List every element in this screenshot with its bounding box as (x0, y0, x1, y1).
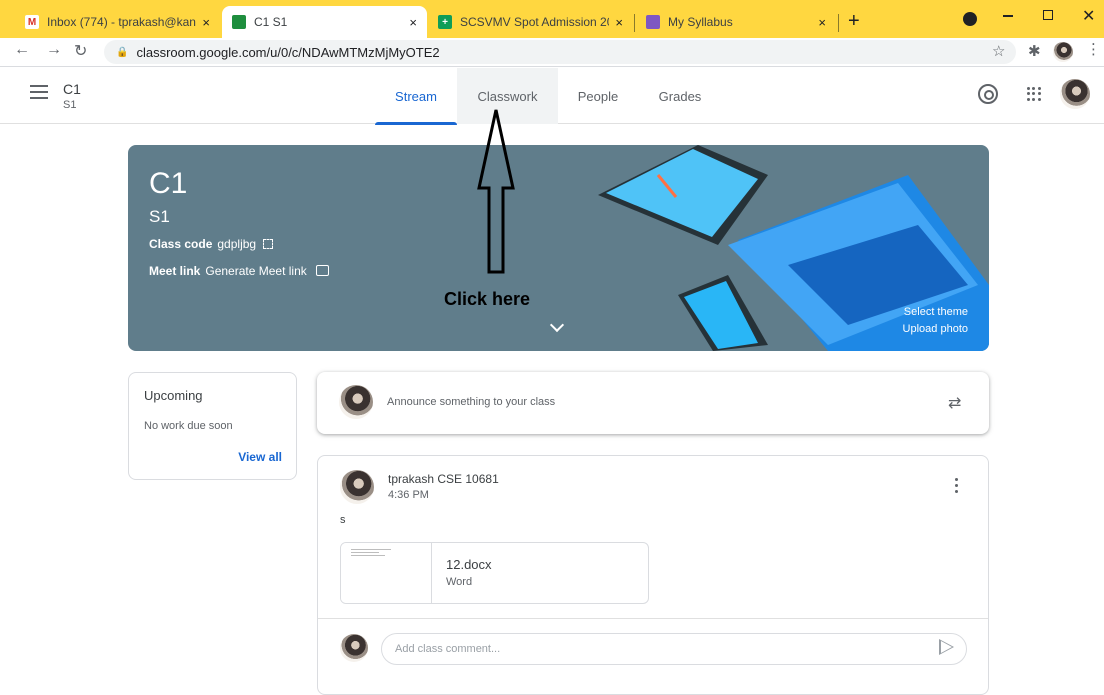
stream-post: tprakash CSE 10681 4:36 PM s 12.docx Wor… (317, 455, 989, 695)
attachment-type: Word (446, 576, 473, 588)
document-thumbnail (341, 543, 432, 603)
bookmark-star-icon[interactable]: ☆ (992, 42, 1005, 60)
tab-syllabus[interactable]: My Syllabus × (636, 6, 836, 38)
extensions-icon[interactable]: ✱ (1028, 42, 1041, 60)
more-options-icon[interactable] (955, 478, 959, 496)
close-icon[interactable]: × (615, 15, 623, 30)
upload-photo-link[interactable]: Upload photo (903, 323, 968, 335)
send-icon[interactable] (939, 639, 954, 655)
minimize-icon[interactable] (1003, 15, 1013, 17)
account-avatar[interactable] (1060, 79, 1090, 109)
select-theme-link[interactable]: Select theme (904, 306, 968, 318)
banner-section: S1 (149, 207, 170, 226)
video-camera-icon[interactable] (316, 265, 330, 276)
tab-gmail[interactable]: M Inbox (774) - tprakash@kanchiun × (15, 6, 220, 38)
tab-title: Inbox (774) - tprakash@kanchiun (47, 15, 196, 29)
tab-title: My Syllabus (668, 15, 733, 29)
restore-icon[interactable] (1043, 10, 1053, 20)
back-icon[interactable]: ← (14, 41, 30, 59)
reuse-post-icon[interactable]: ⇄ (948, 393, 961, 413)
profile-menu-icon[interactable] (963, 12, 977, 26)
syllabus-icon (646, 15, 660, 29)
tab-stream[interactable]: Stream (375, 68, 457, 125)
announce-placeholder[interactable]: Announce something to your class (387, 396, 555, 408)
class-name[interactable]: C1 (63, 81, 81, 97)
class-code-label: Class code (149, 237, 213, 251)
meet-link-label: Meet link (149, 264, 201, 278)
tab-title: C1 S1 (254, 15, 288, 29)
tab-separator (838, 14, 839, 32)
browser-tab-strip: M Inbox (774) - tprakash@kanchiun × C1 S… (0, 0, 1104, 38)
commenter-avatar (340, 634, 368, 662)
gmail-icon: M (25, 15, 39, 29)
main-menu-icon[interactable] (30, 85, 48, 99)
banner-class-title: C1 (149, 167, 188, 200)
class-banner: C1 S1 Class code gdpljbg Meet link Generat… (128, 145, 989, 351)
post-author: tprakash CSE 10681 (388, 472, 499, 486)
chrome-menu-icon[interactable]: ⋮ (1086, 40, 1101, 58)
avatar (339, 385, 373, 419)
browser-toolbar: ← → ↻ 🔒 classroom.google.com/u/0/c/NDAwM… (0, 38, 1104, 67)
close-icon[interactable]: × (409, 15, 417, 30)
upcoming-title: Upcoming (144, 388, 203, 403)
window-close-icon[interactable]: ✕ (1082, 6, 1095, 26)
lock-icon: 🔒 (116, 46, 129, 58)
upcoming-card: Upcoming No work due soon View all (128, 372, 297, 480)
divider (318, 618, 988, 619)
class-code: Class code gdpljbg (149, 237, 274, 251)
reload-icon[interactable]: ↻ (74, 41, 87, 61)
close-icon[interactable]: × (818, 15, 826, 30)
url-text: classroom.google.com/u/0/c/NDAwMTMzMjMyO… (136, 44, 440, 60)
tab-grades[interactable]: Grades (638, 68, 722, 124)
meet-link: Meet link Generate Meet link (149, 264, 330, 278)
annotation-label: Click here (444, 289, 531, 309)
new-tab-button[interactable]: + (848, 10, 860, 33)
tab-title: SCSVMV Spot Admission 2021 (R (460, 15, 609, 29)
upcoming-status: No work due soon (144, 420, 233, 432)
post-body: s (340, 514, 346, 526)
tab-people[interactable]: People (558, 68, 638, 124)
class-section: S1 (63, 99, 77, 111)
attachment-name: 12.docx (446, 557, 492, 572)
attachment-card[interactable]: 12.docx Word (340, 542, 649, 604)
annotation-arrow-icon (477, 109, 515, 274)
post-time: 4:36 PM (388, 489, 429, 501)
view-all-link[interactable]: View all (238, 450, 282, 464)
author-avatar (340, 470, 374, 504)
fullscreen-icon[interactable] (263, 239, 274, 249)
class-comment-input[interactable]: Add class comment... (381, 633, 967, 665)
tab-sheets[interactable]: + SCSVMV Spot Admission 2021 (R × (428, 6, 633, 38)
classroom-header: C1 S1 Stream Classwork People Grades (0, 68, 1104, 125)
announce-box[interactable]: Announce something to your class ⇄ (317, 372, 989, 434)
browser-profile-avatar[interactable] (1053, 42, 1073, 62)
class-code-value: gdpljbg (217, 237, 257, 251)
tab-classroom[interactable]: C1 S1 × (222, 6, 427, 38)
tab-separator (634, 14, 635, 32)
close-icon[interactable]: × (202, 15, 210, 30)
classroom-icon (232, 15, 246, 29)
google-apps-icon[interactable] (1027, 87, 1041, 101)
generate-meet-link[interactable]: Generate Meet link (205, 264, 306, 278)
settings-gear-icon[interactable] (978, 84, 998, 104)
address-bar[interactable]: 🔒 classroom.google.com/u/0/c/NDAwMTMzMjM… (104, 40, 1016, 64)
sheets-icon: + (438, 15, 452, 29)
forward-icon[interactable]: → (46, 41, 62, 59)
